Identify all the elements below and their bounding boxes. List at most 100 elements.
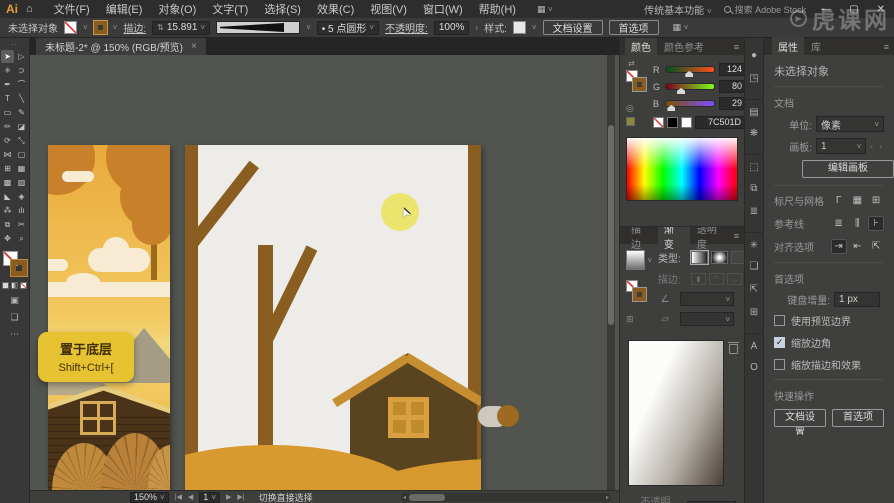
scroll-right-icon[interactable]: ▸ xyxy=(606,494,609,501)
workspace-switcher[interactable]: 传统基本功能 ˅ xyxy=(644,2,711,17)
profile-caret-icon[interactable]: ˅ xyxy=(306,23,311,32)
slider-value-B[interactable]: 29 xyxy=(719,97,744,110)
horizontal-scrollbar[interactable]: ◂ ▸ xyxy=(401,493,611,502)
line-segment-tool[interactable]: ╲ xyxy=(15,92,28,105)
gradient-tool[interactable]: ▧ xyxy=(15,176,28,189)
prev-artboard-button[interactable]: ◀ xyxy=(188,493,193,501)
more-tools-button[interactable]: ⋯ xyxy=(10,329,19,340)
make-guides-icon[interactable]: ⊦ xyxy=(868,216,884,231)
brush-definition-select[interactable]: • 5 点圆形 ˅ xyxy=(317,21,379,35)
slider-handle-B[interactable] xyxy=(667,105,675,111)
swatches-panel-icon[interactable]: ◳ xyxy=(745,67,763,90)
lasso-tool[interactable]: ⊃ xyxy=(15,64,28,77)
ruler-icon[interactable]: Г xyxy=(831,193,847,208)
symbol-sprayer-tool[interactable]: ⁂ xyxy=(1,204,14,217)
show-guides-icon[interactable]: ≣ xyxy=(831,216,847,231)
pathfinder-panel-icon[interactable]: ⧉ xyxy=(745,177,763,200)
checkbox-2[interactable] xyxy=(774,359,785,370)
gradient-angle-select[interactable]: ˅ xyxy=(680,292,734,306)
paintbrush-tool[interactable]: ✎ xyxy=(15,106,28,119)
gradient-mini-stroke-swatch[interactable] xyxy=(633,288,646,301)
pixel-grid-icon[interactable]: ⊞ xyxy=(868,193,884,208)
restore-button[interactable]: ▢ xyxy=(846,4,861,15)
last-color-swatch[interactable] xyxy=(626,117,635,126)
slider-handle-G[interactable] xyxy=(677,88,685,94)
magic-wand-tool[interactable]: ✳ xyxy=(1,64,14,77)
freeform-gradient-button[interactable] xyxy=(731,251,744,264)
stock-search[interactable]: 搜索 Adobe Stock xyxy=(724,3,807,16)
eraser-tool[interactable]: ◪ xyxy=(15,120,28,133)
home-icon[interactable]: ⌂ xyxy=(26,3,33,15)
slider-value-G[interactable]: 80 xyxy=(719,80,744,93)
menu-item-6[interactable]: 视图(V) xyxy=(363,0,414,18)
opacity-label[interactable]: 不透明度: xyxy=(385,20,428,35)
checkbox-1[interactable]: ✓ xyxy=(774,337,785,348)
grid-icon[interactable]: ▦ xyxy=(850,193,866,208)
toolbar-handle[interactable]: ·· xyxy=(11,40,18,49)
slider-value-R[interactable]: 124 xyxy=(719,63,744,76)
opacity-field[interactable]: 100% xyxy=(434,21,470,35)
stroke-weight-label[interactable]: 描边: xyxy=(123,20,146,35)
fill-color-swatch[interactable] xyxy=(64,21,77,34)
keyboard-increment-field[interactable]: 1 px xyxy=(834,292,880,307)
tab-gradient[interactable]: 渐变 xyxy=(658,226,690,253)
document-setup-button[interactable]: 文档设置 xyxy=(543,20,603,35)
minimize-button[interactable]: — xyxy=(818,4,834,15)
color-panel-icon[interactable]: ● xyxy=(745,44,763,67)
slider-track-B[interactable] xyxy=(665,100,715,107)
app-logo[interactable]: Ai xyxy=(6,2,18,16)
black-swatch[interactable] xyxy=(667,117,678,128)
none-mode-button[interactable] xyxy=(20,282,27,289)
asset-export-panel-icon[interactable]: ⇱ xyxy=(745,278,763,301)
stroke-within-icon[interactable]: ▮ xyxy=(691,273,706,285)
mesh-tool[interactable]: ▩ xyxy=(1,176,14,189)
slider-track-R[interactable] xyxy=(665,66,715,73)
panel-menu-icon[interactable]: ≡ xyxy=(734,42,739,52)
shaper-tool[interactable]: ✏ xyxy=(1,120,14,133)
gradient-mode-button[interactable] xyxy=(11,282,18,289)
menu-item-7[interactable]: 窗口(W) xyxy=(416,0,470,18)
slider-track-G[interactable] xyxy=(665,83,715,90)
first-artboard-button[interactable]: |◀ xyxy=(175,493,182,501)
direct-selection-tool[interactable]: ▷ xyxy=(15,50,28,63)
artboard-select[interactable]: 1˅ xyxy=(816,138,866,154)
width-profile-select[interactable] xyxy=(216,21,300,34)
menu-item-8[interactable]: 帮助(H) xyxy=(472,0,523,18)
stroke-caret-icon[interactable]: ˅ xyxy=(113,23,118,32)
color-spectrum[interactable] xyxy=(626,137,738,201)
rectangle-tool[interactable]: ▭ xyxy=(1,106,14,119)
opacity-ch evron-icon[interactable]: › xyxy=(475,23,478,32)
swap-fill-stroke-icon[interactable]: ⇄ xyxy=(628,59,635,68)
curvature-tool[interactable]: ⌒ xyxy=(15,78,28,91)
tab-close-icon[interactable]: × xyxy=(191,41,197,52)
preferences-button[interactable]: 首选项 xyxy=(609,20,659,35)
stroke-along-icon[interactable]: ◠ xyxy=(709,273,724,285)
slider-handle-R[interactable] xyxy=(685,71,693,77)
quick-action-button-0[interactable]: 文档设置 xyxy=(774,409,826,427)
mini-stroke-swatch[interactable] xyxy=(633,78,646,91)
radial-gradient-button[interactable] xyxy=(711,251,728,264)
artboards-panel-icon[interactable]: ⊞ xyxy=(745,301,763,324)
artboard-nav-select[interactable]: 1˅ xyxy=(199,492,220,503)
tab-color-guide[interactable]: 颜色参考 xyxy=(658,38,710,56)
menu-item-1[interactable]: 编辑(E) xyxy=(99,0,150,18)
close-button[interactable]: ✕ xyxy=(874,4,888,15)
align-panel-icon[interactable]: ≣ xyxy=(745,200,763,223)
character-panel-icon[interactable]: A xyxy=(745,333,763,356)
delete-stop-icon[interactable] xyxy=(729,344,738,354)
type-tool[interactable]: T xyxy=(1,92,14,105)
slice-tool[interactable]: ✂ xyxy=(15,218,28,231)
rotate-tool[interactable]: ⟳ xyxy=(1,134,14,147)
options-icon[interactable]: ▦ ˅ xyxy=(673,22,689,33)
stroke-weight-field[interactable]: ⇅15.891 ˅ xyxy=(152,21,210,35)
gradient-swatch-caret-icon[interactable]: ˅ xyxy=(647,256,652,265)
quick-action-button-1[interactable]: 首选项 xyxy=(832,409,884,427)
symbols-panel-icon[interactable]: ❋ xyxy=(745,122,763,145)
stroke-across-icon[interactable]: ◡ xyxy=(727,273,742,285)
draw-modes-button[interactable]: ▣ xyxy=(10,295,19,306)
perspective-grid-tool[interactable]: ▦ xyxy=(15,162,28,175)
gradient-annotator-icon[interactable]: ⊞ xyxy=(626,314,652,325)
hand-tool[interactable]: ✥ xyxy=(1,232,14,245)
snap-to-point-icon[interactable]: ⇱ xyxy=(868,239,884,254)
style-swatch[interactable] xyxy=(513,21,526,34)
